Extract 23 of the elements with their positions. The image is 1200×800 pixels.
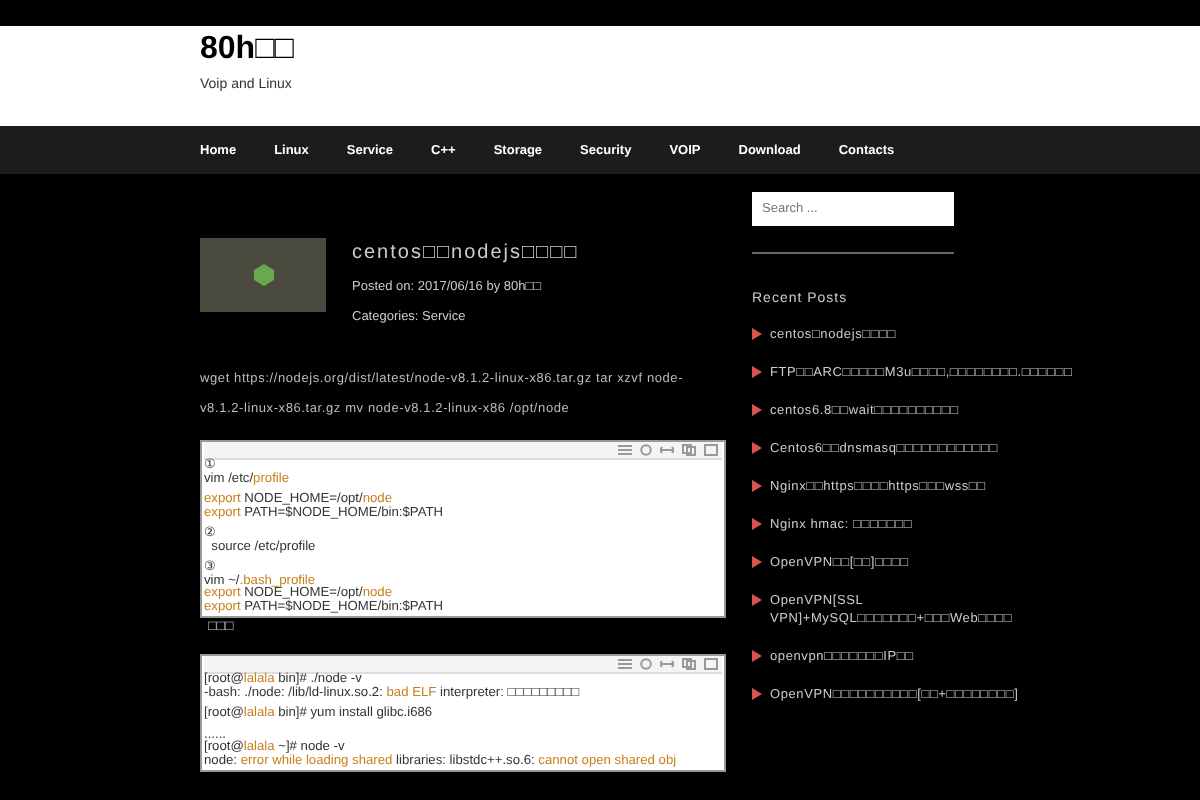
chevron-icon [752,366,762,378]
circle-icon[interactable] [640,444,652,456]
chevron-icon [752,328,762,340]
chevron-icon [752,480,762,492]
chevron-icon [752,594,762,606]
chevron-icon [752,688,762,700]
window-icon[interactable] [704,658,718,670]
site-title[interactable]: 80h□□ [200,32,1200,68]
chevron-icon [752,404,762,416]
chevron-icon [752,650,762,662]
expand-icon[interactable] [660,444,674,456]
chevron-icon [752,518,762,530]
window-icon[interactable] [704,444,718,456]
circle-icon[interactable] [640,658,652,670]
post-title[interactable]: centos□□nodejs□□□□ [352,242,579,264]
copy-icon[interactable] [682,658,696,670]
view-source-icon[interactable] [618,444,632,456]
chevron-icon [752,556,762,568]
chevron-icon [752,442,762,454]
copy-icon[interactable] [682,444,696,456]
expand-icon[interactable] [660,658,674,670]
hexagon-icon [253,264,273,286]
view-source-icon[interactable] [618,658,632,670]
